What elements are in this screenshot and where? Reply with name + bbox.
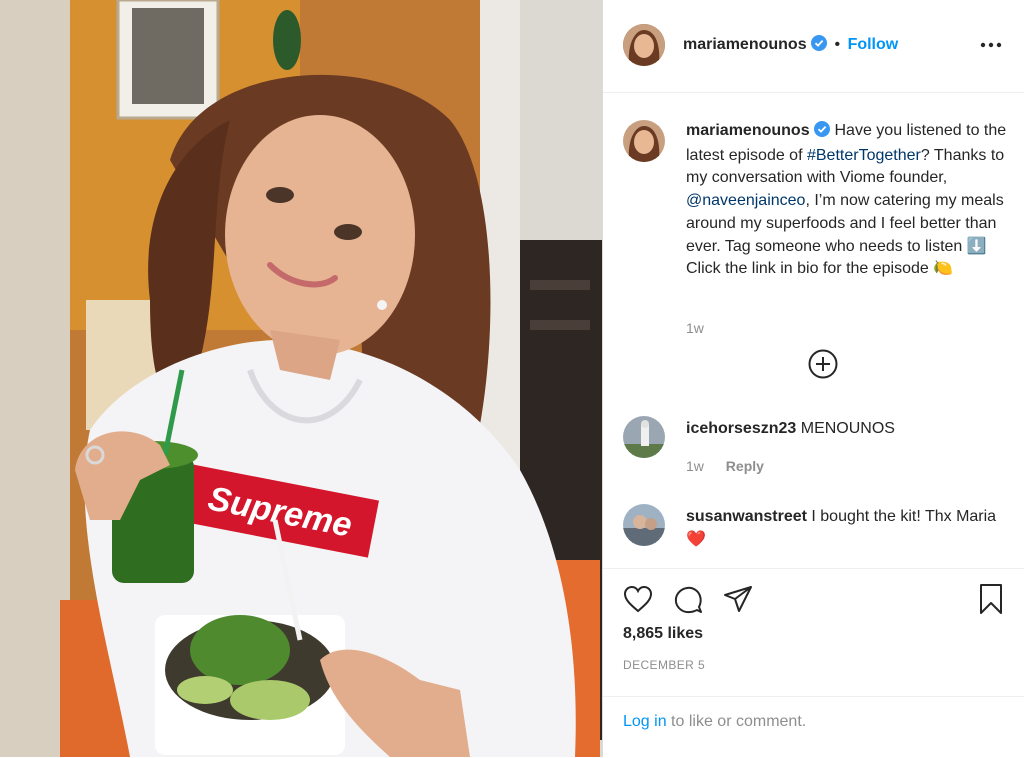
plus-circle-icon[interactable] [807, 348, 839, 380]
header-user-row: mariamenounos • Follow [683, 35, 898, 57]
login-row: Log in to like or comment. [623, 713, 806, 731]
share-icon[interactable] [723, 585, 753, 613]
verified-badge-icon [811, 35, 828, 57]
caption-hashtag[interactable]: #BetterTogether [807, 147, 921, 164]
caption-text-part-4: Click the link in bio for the episode [686, 260, 929, 278]
down-arrow-emoji: ⬇️ [966, 237, 987, 255]
comment-username[interactable]: susanwanstreet [686, 508, 807, 525]
more-options-icon[interactable] [978, 36, 1004, 54]
comment-2: susanwanstreet I bought the kit! Thx Mar… [686, 506, 1011, 551]
header-separator-dot: • [834, 36, 841, 53]
post-details-panel: mariamenounos • Follow mariamenounos Hav… [602, 0, 1024, 757]
red-heart-emoji: ❤️ [686, 530, 706, 548]
post-header: mariamenounos • Follow [603, 0, 1024, 93]
post-photo[interactable]: Supreme [0, 0, 602, 757]
login-prompt: Log in to like or comment. [603, 696, 1024, 758]
comment-avatar[interactable] [623, 504, 665, 546]
bookmark-icon[interactable] [978, 583, 1004, 615]
verified-badge-icon [814, 121, 831, 145]
caption-mention[interactable]: @naveenjainceo [686, 192, 805, 209]
comment-1-meta: 1w Reply [686, 458, 764, 474]
caption-time[interactable]: 1w [686, 320, 704, 336]
login-link[interactable]: Log in [623, 713, 667, 730]
author-avatar-image [623, 24, 665, 66]
caption-username[interactable]: mariamenounos [686, 122, 810, 139]
comment-username[interactable]: icehorseszn23 [686, 420, 796, 437]
caption-avatar-image [623, 120, 665, 162]
comment-icon[interactable] [673, 585, 703, 615]
author-username[interactable]: mariamenounos [683, 36, 807, 53]
heart-icon[interactable] [623, 585, 653, 613]
comment-avatar-image [623, 504, 665, 546]
caption-text: mariamenounos Have you listened to the l… [686, 120, 1011, 281]
follow-button[interactable]: Follow [848, 36, 899, 53]
comment-1: icehorseszn23 MENOUNOS [686, 418, 1011, 441]
comment-avatar[interactable] [623, 416, 665, 458]
comment-text: I bought the kit! Thx Maria [811, 508, 997, 525]
login-rest-text: to like or comment. [671, 713, 807, 730]
comment-avatar-image [623, 416, 665, 458]
comment-time[interactable]: 1w [686, 458, 704, 474]
comment-text: MENOUNOS [800, 420, 895, 437]
reply-button[interactable]: Reply [726, 458, 764, 474]
caption-avatar[interactable] [623, 120, 665, 162]
lemon-emoji: 🍋 [933, 260, 954, 278]
likes-count[interactable]: 8,865 likes [623, 625, 703, 643]
author-avatar[interactable] [623, 24, 665, 66]
post-date: DECEMBER 5 [623, 658, 706, 672]
post-photo-illustration: Supreme [0, 0, 602, 757]
